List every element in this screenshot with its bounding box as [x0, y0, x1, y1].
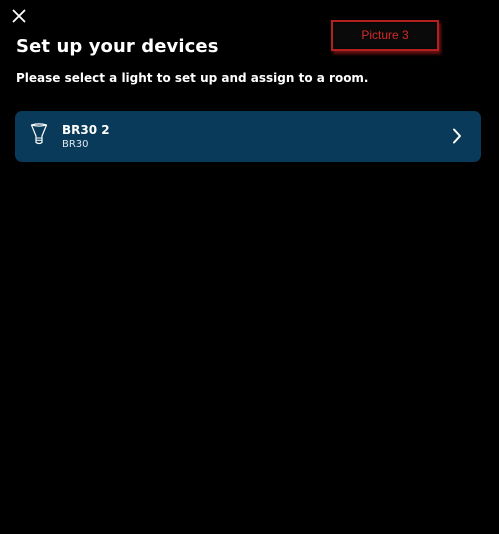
close-button[interactable]	[10, 7, 28, 25]
device-type: BR30	[62, 139, 89, 150]
close-icon	[10, 7, 28, 25]
bulb-icon	[29, 122, 49, 146]
device-list-item[interactable]: BR30 2 BR30	[15, 111, 481, 162]
device-name: BR30 2	[62, 123, 110, 137]
chevron-right-icon	[451, 127, 463, 145]
page-title: Set up your devices	[16, 36, 219, 57]
picture-annotation-label: Picture 3	[331, 20, 439, 51]
page-subtitle: Please select a light to set up and assi…	[16, 71, 369, 85]
